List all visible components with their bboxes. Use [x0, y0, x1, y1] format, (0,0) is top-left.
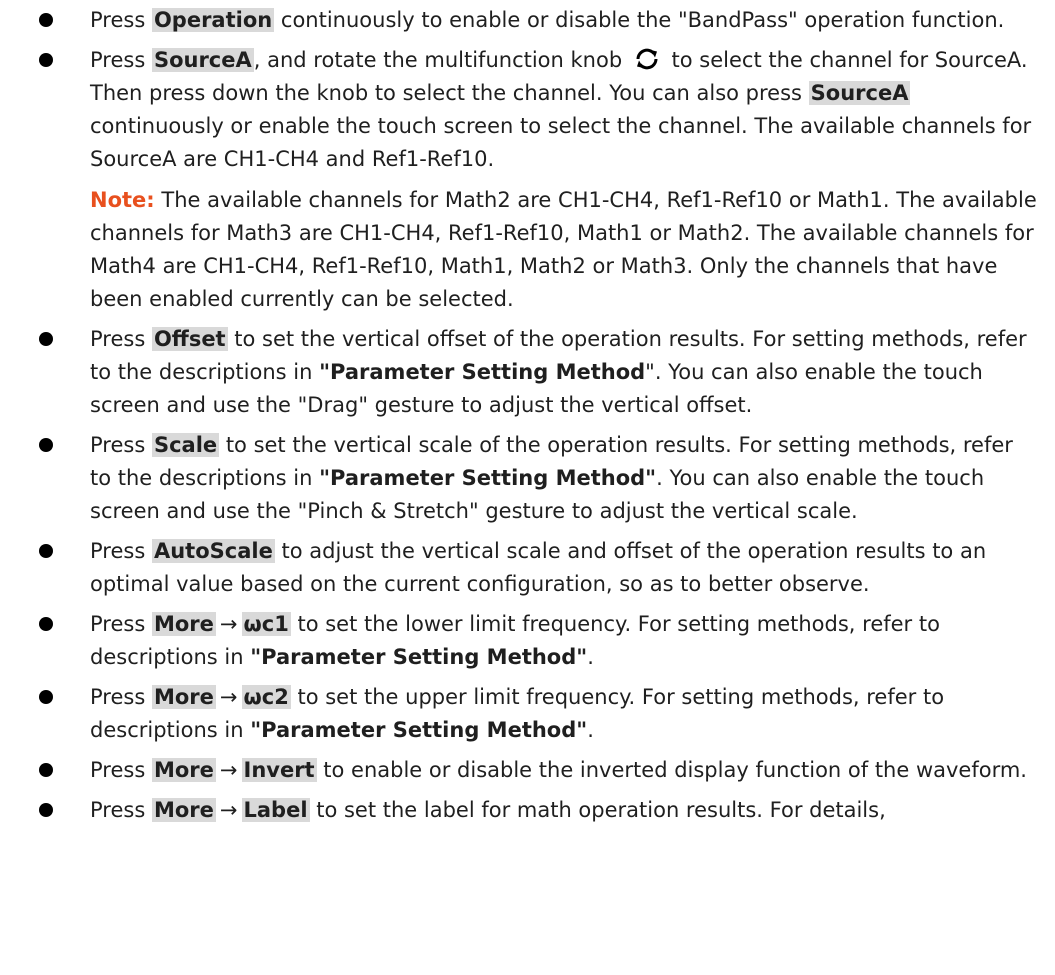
text-run: Press	[90, 758, 152, 782]
text-run: continuously or enable the touch screen …	[90, 114, 1032, 171]
menu-key-label: SourceA	[808, 81, 911, 105]
section-reference: "Parameter Setting Method	[319, 360, 646, 384]
note-text: The available channels for Math2 are CH1…	[90, 188, 1037, 311]
menu-key-label: SourceA	[151, 48, 254, 72]
bullet-icon	[39, 438, 53, 452]
text-run: continuously to enable or disable the "B…	[274, 8, 1005, 32]
arrow-icon: →	[219, 758, 238, 782]
instruction-list: Press Operation continuously to enable o…	[0, 4, 1055, 834]
text-run: to enable or disable the inverted displa…	[316, 758, 1027, 782]
manual-page: Press Operation continuously to enable o…	[0, 0, 1055, 975]
text-run: , and rotate the multifunction knob	[253, 48, 629, 72]
menu-key-label: Invert	[241, 758, 317, 782]
bullet-icon	[39, 13, 53, 27]
arrow-icon: →	[219, 612, 238, 636]
list-item: Press AutoScale to adjust the vertical s…	[0, 535, 1055, 601]
list-item: Press More → Label to set the label for ma…	[0, 794, 1055, 827]
item-text: Press SourceA, and rotate the multifunct…	[90, 44, 1037, 176]
text-run: Press	[90, 798, 152, 822]
bullet-icon	[39, 690, 53, 704]
section-reference: "Parameter Setting Method"	[250, 645, 588, 669]
note-block: Note: The available channels for Math2 a…	[90, 184, 1037, 316]
text-run: Press	[90, 685, 152, 709]
bullet-icon	[39, 803, 53, 817]
menu-key-label: Label	[241, 798, 310, 822]
item-text: Press More → Label to set the label for ma…	[90, 794, 1037, 827]
menu-key-label: Offset	[151, 327, 228, 351]
text-run: Press	[90, 327, 152, 351]
item-text: Press More → Invert to enable or disable t…	[90, 754, 1037, 787]
section-reference: "Parameter Setting Method"	[250, 718, 588, 742]
list-item: Press More → ωc2 to set the upper limit fr…	[0, 681, 1055, 747]
menu-key-label: More	[151, 798, 216, 822]
bullet-icon	[39, 53, 53, 67]
list-item: Press Scale to set the vertical scale of…	[0, 429, 1055, 528]
text-run: to set the label for math operation resu…	[309, 798, 886, 822]
text-run: .	[587, 718, 594, 742]
menu-key-label: Operation	[151, 8, 275, 32]
menu-key-label: AutoScale	[151, 539, 275, 563]
menu-key-label: More	[151, 758, 216, 782]
list-item: Press SourceA, and rotate the multifunct…	[0, 44, 1055, 316]
text-run: .	[587, 645, 594, 669]
rotate-knob-icon	[633, 47, 661, 71]
text-run: Press	[90, 433, 152, 457]
text-run: Press	[90, 8, 152, 32]
item-text: Press Operation continuously to enable o…	[90, 4, 1037, 37]
item-text: Press More → ωc2 to set the upper limit fr…	[90, 681, 1037, 747]
text-run: Press	[90, 48, 152, 72]
text-run: Press	[90, 612, 152, 636]
menu-key-label: More	[151, 612, 216, 636]
note-label: Note:	[90, 188, 155, 212]
menu-key-label: ωc2	[241, 685, 291, 709]
arrow-icon: →	[219, 685, 238, 709]
list-item: Press Offset to set the vertical offset …	[0, 323, 1055, 422]
menu-key-label: More	[151, 685, 216, 709]
list-item: Press More → Invert to enable or disable t…	[0, 754, 1055, 787]
bullet-icon	[39, 544, 53, 558]
section-reference: "Parameter Setting Method"	[319, 466, 657, 490]
arrow-icon: →	[219, 798, 238, 822]
item-text: Press Offset to set the vertical offset …	[90, 323, 1037, 422]
bullet-icon	[39, 617, 53, 631]
bullet-icon	[39, 332, 53, 346]
menu-key-label: ωc1	[241, 612, 291, 636]
list-item: Press More → ωc1 to set the lower limit fr…	[0, 608, 1055, 674]
text-run: Press	[90, 539, 152, 563]
menu-key-label: Scale	[151, 433, 220, 457]
item-text: Press More → ωc1 to set the lower limit fr…	[90, 608, 1037, 674]
item-text: Press Scale to set the vertical scale of…	[90, 429, 1037, 528]
item-text: Press AutoScale to adjust the vertical s…	[90, 535, 1037, 601]
list-item: Press Operation continuously to enable o…	[0, 4, 1055, 37]
bullet-icon	[39, 763, 53, 777]
